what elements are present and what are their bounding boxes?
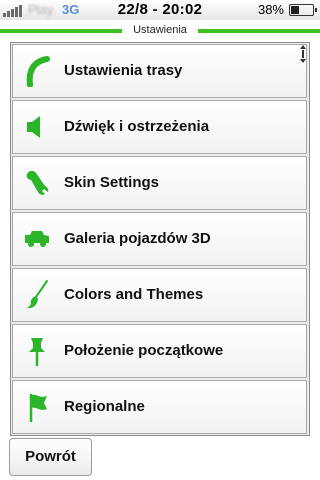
menu-item-regional[interactable]: Regionalne — [12, 380, 307, 434]
menu-item-vehicle-gallery[interactable]: Galeria pojazdów 3D — [12, 212, 307, 266]
menu-item-label: Skin Settings — [64, 174, 160, 191]
menu-item-label: Galeria pojazdów 3D — [64, 230, 211, 247]
menu-item-colors-themes[interactable]: Colors and Themes — [12, 268, 307, 322]
menu-item-start-position[interactable]: Położenie początkowe — [12, 324, 307, 378]
settings-menu: Ustawienia trasy Dźwięk i ostrzeżenia Sk… — [10, 42, 310, 436]
menu-item-skin-settings[interactable]: Skin Settings — [12, 156, 307, 210]
battery-icon — [289, 4, 317, 16]
menu-item-label: Colors and Themes — [64, 286, 204, 303]
status-bar: Play 3G 22/8 - 20:02 38% — [0, 0, 320, 20]
battery-percent: 38% — [257, 2, 284, 17]
flag-icon — [29, 393, 47, 423]
back-button[interactable]: Powrót — [9, 438, 92, 476]
menu-item-label: Ustawienia trasy — [64, 62, 183, 79]
menu-item-sound-warnings[interactable]: Dźwięk i ostrzeżenia — [12, 100, 307, 154]
pushpin-icon — [29, 338, 45, 367]
header-divider-right — [198, 29, 320, 33]
speaker-icon — [27, 116, 40, 138]
menu-item-label: Położenie początkowe — [64, 342, 224, 359]
route-curve-icon — [26, 56, 50, 87]
menu-item-label: Dźwięk i ostrzeżenia — [64, 118, 210, 135]
header: Ustawienia — [0, 24, 320, 39]
wrench-icon — [26, 170, 49, 195]
menu-item-route-settings[interactable]: Ustawienia trasy — [12, 44, 307, 98]
battery-fill — [291, 6, 299, 14]
car-icon — [25, 231, 49, 247]
menu-item-label: Regionalne — [64, 398, 145, 415]
paintbrush-icon — [27, 280, 48, 309]
scroll-indicator[interactable] — [298, 44, 308, 64]
